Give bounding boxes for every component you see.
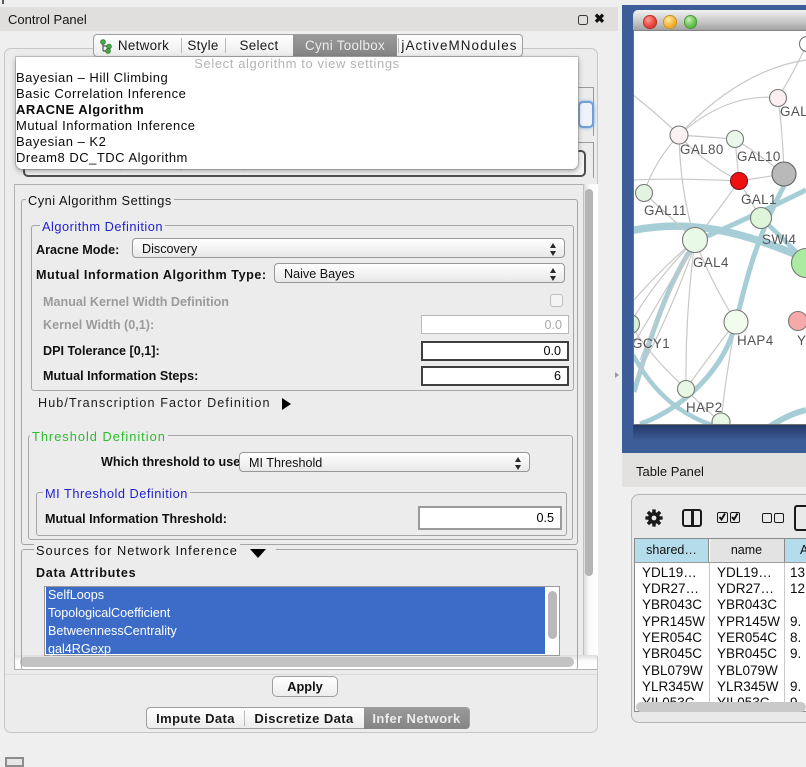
svg-text:GAL11: GAL11 — [644, 203, 687, 218]
svg-text:GAL80: GAL80 — [680, 142, 724, 157]
svg-text:GAL1: GAL1 — [741, 192, 777, 207]
svg-text:GAL4: GAL4 — [693, 255, 729, 270]
svg-text:HAP4: HAP4 — [737, 333, 774, 348]
svg-text:GAL10: GAL10 — [737, 149, 781, 164]
svg-text:YDR: YDR — [797, 333, 806, 348]
svg-text:GAL7: GAL7 — [780, 104, 806, 119]
svg-text:GCY1: GCY1 — [634, 336, 670, 351]
svg-text:HAP2: HAP2 — [686, 400, 723, 415]
svg-text:SWI4: SWI4 — [762, 232, 796, 247]
